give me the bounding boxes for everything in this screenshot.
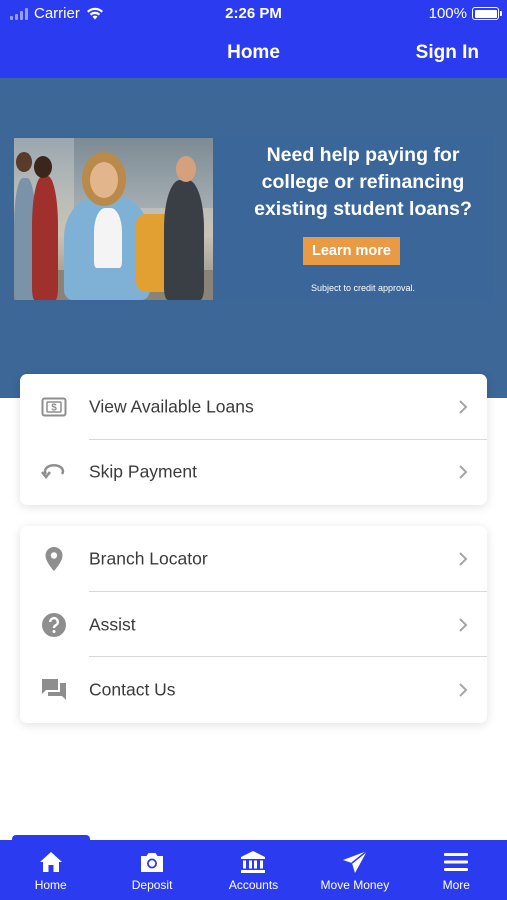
promo-headline-line3: existing student loans? bbox=[254, 198, 472, 220]
view-available-loans-label: View Available Loans bbox=[89, 396, 254, 417]
skip-arrow-icon bbox=[40, 458, 68, 486]
promo-disclaimer: Subject to credit approval. bbox=[310, 283, 416, 293]
chevron-right-icon bbox=[459, 552, 468, 566]
location-pin-icon bbox=[40, 545, 68, 573]
assist-label: Assist bbox=[89, 614, 136, 635]
menu-icon bbox=[442, 849, 470, 875]
chevron-right-icon bbox=[459, 683, 468, 697]
tab-home-label: Home bbox=[34, 878, 67, 892]
home-icon bbox=[37, 849, 65, 875]
chat-icon bbox=[40, 676, 68, 704]
assist-item[interactable]: Assist bbox=[20, 592, 487, 658]
dollar-bill-icon: $ bbox=[40, 393, 68, 421]
skip-payment-item[interactable]: Skip Payment bbox=[20, 440, 487, 506]
svg-text:$: $ bbox=[51, 402, 57, 413]
promo-banner-content: Need help paying for college or refinanc… bbox=[14, 136, 494, 302]
promo-headline-line2: college or refinancing bbox=[261, 171, 465, 193]
branch-locator-item[interactable]: Branch Locator bbox=[20, 526, 487, 592]
learn-more-button[interactable]: Learn more bbox=[303, 237, 400, 265]
sign-in-button[interactable]: Sign In bbox=[416, 42, 479, 64]
skip-payment-label: Skip Payment bbox=[89, 461, 197, 482]
chevron-right-icon bbox=[459, 465, 468, 479]
help-icon bbox=[40, 611, 68, 639]
tab-deposit[interactable]: Deposit bbox=[101, 840, 202, 900]
battery-icon bbox=[472, 7, 502, 20]
tab-more[interactable]: More bbox=[406, 840, 507, 900]
tab-accounts-label: Accounts bbox=[228, 878, 279, 892]
view-available-loans-item[interactable]: $ View Available Loans bbox=[20, 374, 487, 440]
camera-icon bbox=[138, 849, 166, 875]
bank-icon bbox=[239, 849, 267, 875]
tab-more-label: More bbox=[442, 878, 470, 892]
support-card: Branch Locator Assist Contact Us bbox=[20, 526, 487, 723]
contact-us-item[interactable]: Contact Us bbox=[20, 657, 487, 723]
tab-bar: Home Deposit Accounts Move Money More bbox=[0, 840, 507, 900]
promo-banner: Need help paying for college or refinanc… bbox=[0, 78, 507, 398]
status-right: 100% bbox=[428, 5, 502, 22]
tab-home[interactable]: Home bbox=[0, 840, 101, 900]
tab-move-money-label: Move Money bbox=[320, 878, 390, 892]
battery-percent: 100% bbox=[428, 5, 467, 22]
tab-move-money[interactable]: Move Money bbox=[304, 840, 405, 900]
loans-card: $ View Available Loans Skip Payment bbox=[20, 374, 487, 505]
paper-plane-icon bbox=[341, 849, 369, 875]
nav-bar: Home Sign In bbox=[0, 30, 507, 78]
promo-headline-line1: Need help paying for bbox=[266, 144, 460, 166]
tab-deposit-label: Deposit bbox=[131, 878, 173, 892]
chevron-right-icon bbox=[459, 617, 468, 632]
students-photo bbox=[14, 138, 213, 300]
promo-headline: Need help paying for college or refinanc… bbox=[232, 142, 494, 223]
contact-us-label: Contact Us bbox=[89, 679, 176, 700]
branch-locator-label: Branch Locator bbox=[89, 548, 208, 569]
chevron-right-icon bbox=[459, 400, 468, 414]
status-bar: Carrier 2:26 PM 100% bbox=[0, 0, 507, 30]
tab-accounts[interactable]: Accounts bbox=[203, 840, 304, 900]
